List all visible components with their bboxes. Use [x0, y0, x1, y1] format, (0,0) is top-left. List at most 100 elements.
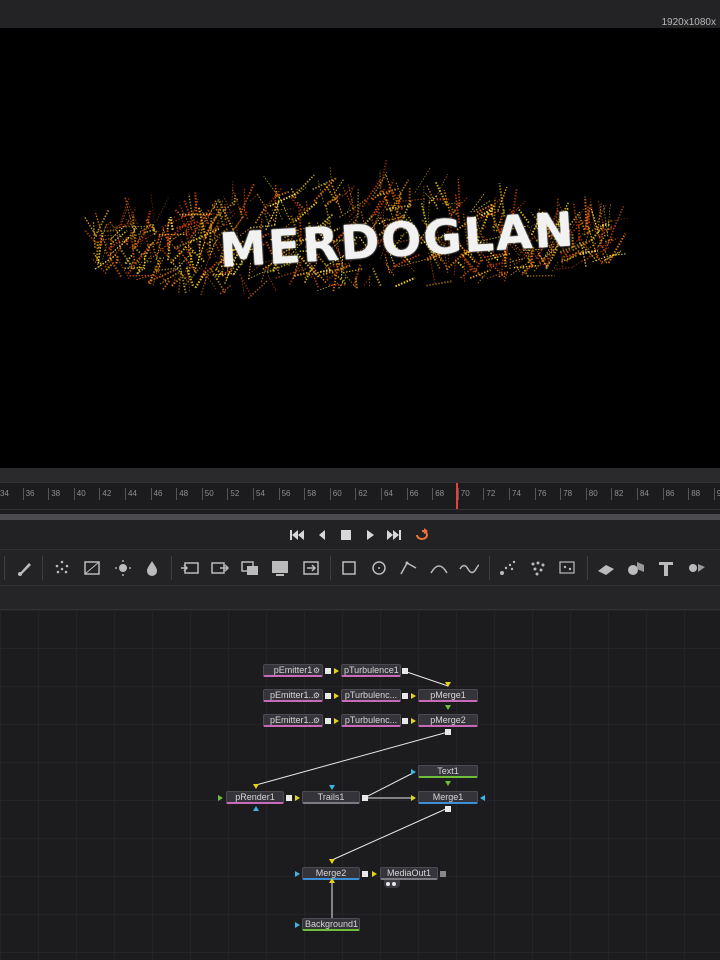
- polygon-mask-tool[interactable]: [399, 558, 419, 578]
- playhead[interactable]: [456, 483, 458, 509]
- loader-tool[interactable]: [180, 558, 200, 578]
- output-port[interactable]: [286, 795, 292, 801]
- pmerge-tool[interactable]: [558, 558, 578, 578]
- viewer-canvas[interactable]: MERDOGLAN: [0, 28, 720, 468]
- node-pmerge1[interactable]: pMerge1: [418, 689, 478, 702]
- step-back-icon: [319, 530, 325, 540]
- paint-tool[interactable]: [15, 558, 35, 578]
- node-mediaout1[interactable]: MediaOut1: [380, 867, 438, 880]
- warp-tool[interactable]: [459, 558, 479, 578]
- node-pemitter1-copy1[interactable]: pEmitter1... ⚙: [263, 689, 323, 702]
- toolbar-separator: [330, 556, 331, 580]
- output-port[interactable]: [325, 718, 331, 724]
- node-pemitter1[interactable]: pEmitter1 ⚙: [263, 664, 323, 677]
- time-tick-label: 42: [99, 488, 112, 500]
- time-tick-label: 38: [48, 488, 61, 500]
- input-arrow-icon: [253, 806, 259, 811]
- warp-icon: [459, 564, 479, 574]
- renderer3d-tool[interactable]: [686, 558, 706, 578]
- merge-tool[interactable]: [240, 558, 260, 578]
- input-arrow-icon: [253, 784, 259, 789]
- output-port[interactable]: [325, 668, 331, 674]
- node-label: Merge2: [315, 868, 347, 878]
- merge3d-tool[interactable]: [626, 558, 646, 578]
- resolution-label: 1920x1080x: [661, 17, 717, 28]
- time-tick-label: 44: [125, 488, 137, 500]
- time-tick-label: 76: [534, 488, 547, 500]
- stop-button[interactable]: [337, 527, 355, 543]
- output-port[interactable]: [362, 795, 368, 801]
- node-label: Trails1: [317, 792, 345, 802]
- node-pmerge2[interactable]: pMerge2: [418, 714, 478, 727]
- ellipse-mask-tool[interactable]: [369, 558, 389, 578]
- rectangle-mask-tool[interactable]: [339, 558, 359, 578]
- loop-button[interactable]: [413, 527, 431, 543]
- node-trails1[interactable]: Trails1: [302, 791, 360, 804]
- time-tick-label: 62: [355, 488, 368, 500]
- node-pturbulence1[interactable]: pTurbulence1: [341, 664, 401, 677]
- saver-tool[interactable]: [210, 558, 230, 578]
- node-connections: [255, 670, 449, 920]
- skip-to-start-icon: [290, 530, 304, 540]
- play-button[interactable]: [361, 527, 379, 543]
- pmerge-icon: [559, 561, 575, 574]
- input-arrow-icon: [295, 795, 300, 801]
- output-port[interactable]: [445, 729, 451, 735]
- shape3d-tool[interactable]: [596, 558, 616, 578]
- view-indicator-icon[interactable]: [384, 880, 400, 888]
- node-label: pEmitter1...: [269, 715, 316, 725]
- gradient-icon: [84, 561, 100, 575]
- particles-tool[interactable]: [52, 558, 72, 578]
- background-icon: [272, 561, 288, 576]
- node-label: pEmitter1...: [269, 690, 316, 700]
- bspline-mask-tool[interactable]: [429, 558, 449, 578]
- output-port[interactable]: [445, 806, 451, 812]
- node-pturbulence2[interactable]: pTurbulenc...: [341, 689, 401, 702]
- node-pemitter1-copy2[interactable]: pEmitter1... ⚙: [263, 714, 323, 727]
- node-text1[interactable]: Text1: [418, 765, 478, 778]
- output-port[interactable]: [402, 718, 408, 724]
- time-tick-label: 78: [560, 488, 573, 500]
- output-port[interactable]: [402, 693, 408, 699]
- output-port[interactable]: [325, 693, 331, 699]
- toolbar-separator: [4, 556, 5, 580]
- output-port[interactable]: [402, 668, 408, 674]
- saver-icon: [211, 562, 230, 574]
- color-drop-tool[interactable]: [142, 558, 162, 578]
- time-tick-label: 60: [329, 488, 342, 500]
- time-tick-label: 48: [176, 488, 189, 500]
- node-editor[interactable]: pEmitter1 ⚙ pTurbulence1 pEmitter1... ⚙ pT…: [0, 610, 720, 960]
- viewer-footer: [0, 468, 720, 482]
- time-tick-label: 40: [73, 488, 86, 500]
- skip-to-end-button[interactable]: [385, 527, 403, 543]
- time-tick-label: 68: [432, 488, 445, 500]
- output-port[interactable]: [362, 871, 368, 877]
- transform-tool[interactable]: [301, 558, 321, 578]
- output-arrow-icon: [445, 781, 451, 786]
- renderer3d-icon: [689, 564, 705, 572]
- output-port[interactable]: [440, 871, 446, 877]
- node-prender1[interactable]: pRender1: [226, 791, 284, 804]
- prender-tool[interactable]: [528, 558, 548, 578]
- node-background1[interactable]: Background1: [302, 918, 360, 931]
- gradient-tool[interactable]: [82, 558, 102, 578]
- time-tick-label: 46: [150, 488, 163, 500]
- input-arrow-icon: [411, 795, 416, 801]
- text3d-tool[interactable]: [656, 558, 676, 578]
- pemitter-tool[interactable]: [498, 558, 518, 578]
- time-tick-label: 36: [22, 488, 35, 500]
- skip-to-start-button[interactable]: [288, 527, 306, 543]
- step-back-button[interactable]: [313, 527, 331, 543]
- node-label: pMerge2: [430, 715, 466, 725]
- time-tick-label: 50: [201, 488, 214, 500]
- node-merge1[interactable]: Merge1: [418, 791, 478, 804]
- input-arrow-icon: [480, 795, 485, 801]
- time-ruler[interactable]: 34 36 38 40 42 44 46 48 50 52 54 56 58 60 62 64 66 68 70 72…: [0, 482, 720, 510]
- input-arrow-icon: [411, 718, 416, 724]
- background-tool[interactable]: [270, 558, 290, 578]
- node-pturbulence3[interactable]: pTurbulenc...: [341, 714, 401, 727]
- node-label: Background1: [305, 919, 359, 929]
- tool-bar: [0, 550, 720, 586]
- brightness-tool[interactable]: [113, 558, 133, 578]
- input-arrow-icon: [218, 795, 223, 801]
